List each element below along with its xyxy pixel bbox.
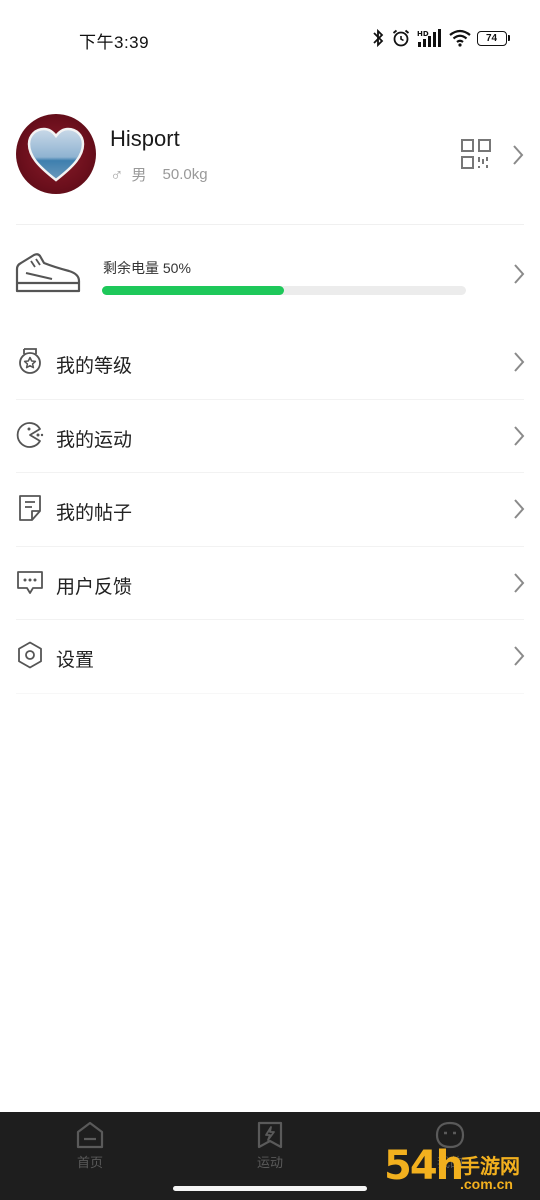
avatar[interactable] xyxy=(16,114,96,194)
feedback-icon xyxy=(17,570,43,594)
nav-item-sport[interactable]: 运动 xyxy=(220,1120,320,1190)
chevron-right-icon xyxy=(514,499,525,519)
lightning-icon xyxy=(257,1121,283,1149)
nav-item-home[interactable]: 首页 xyxy=(40,1120,140,1190)
wifi-icon xyxy=(448,29,471,47)
home-icon xyxy=(76,1121,104,1149)
status-icons: HD 74 xyxy=(371,26,510,50)
menu-item-feedback[interactable]: 用户反馈 xyxy=(0,547,540,620)
battery-level: 74 xyxy=(476,30,507,46)
nav-label-sport: 运动 xyxy=(256,1155,283,1170)
chevron-right-icon xyxy=(514,572,525,593)
settings-icon xyxy=(18,641,42,669)
weight-text: 50.0kg xyxy=(162,166,208,183)
menu-item-level[interactable]: 我的等级 xyxy=(0,326,540,400)
menu-label-posts: 我的帖子 xyxy=(56,503,133,524)
menu-item-posts[interactable]: 我的帖子 xyxy=(0,473,540,547)
status-bar: 下午3:39 HD 74 xyxy=(0,0,540,76)
gender-text: 男 xyxy=(131,167,147,184)
profile-name: Hisport xyxy=(110,126,180,151)
bluetooth-icon xyxy=(372,28,383,48)
profile-meta: ♂ 男 50.0kg xyxy=(110,164,208,185)
battery-progress-fill xyxy=(102,286,284,295)
battery-label: 剩余电量 50% xyxy=(103,260,191,276)
menu-list: 我的等级 我的运动 我的帖子 用户反馈 设置 xyxy=(0,326,540,694)
svg-text:HD: HD xyxy=(417,30,429,38)
qr-code-icon[interactable] xyxy=(460,138,492,170)
menu-label-level: 我的等级 xyxy=(56,356,133,377)
home-indicator[interactable] xyxy=(173,1186,367,1191)
post-icon xyxy=(19,495,41,521)
watermark-domain: .com.cn xyxy=(460,1176,513,1192)
medal-icon xyxy=(19,348,41,374)
watermark-logo: 54h 手游网 .com.cn xyxy=(384,1146,534,1196)
alarm-icon xyxy=(392,29,409,47)
menu-label-feedback: 用户反馈 xyxy=(56,576,133,598)
menu-label-sport: 我的运动 xyxy=(56,429,133,451)
chevron-right-icon[interactable] xyxy=(512,263,526,285)
battery-progress-bar xyxy=(102,286,466,295)
device-row[interactable]: 剩余电量 50% xyxy=(0,235,540,315)
chevron-right-icon xyxy=(514,646,525,666)
chevron-right-icon xyxy=(514,425,525,446)
status-time: 下午3:39 xyxy=(79,33,150,52)
menu-item-sport[interactable]: 我的运动 xyxy=(0,400,540,473)
male-icon: ♂ xyxy=(110,164,124,185)
battery-icon: 74 xyxy=(476,30,510,46)
chevron-right-icon[interactable] xyxy=(511,144,525,166)
heart-photo-icon xyxy=(27,127,85,182)
watermark-number: 54h xyxy=(384,1143,464,1189)
menu-item-settings[interactable]: 设置 xyxy=(0,620,540,694)
shoe-icon xyxy=(15,253,81,293)
watermark-site: 手游网 xyxy=(460,1156,520,1178)
menu-label-settings: 设置 xyxy=(56,650,95,671)
nav-label-home: 首页 xyxy=(76,1155,103,1170)
sport-icon xyxy=(16,421,44,448)
hd-signal-icon: HD xyxy=(417,29,441,47)
chevron-right-icon xyxy=(514,352,525,372)
divider xyxy=(16,224,524,225)
profile-header[interactable]: Hisport ♂ 男 50.0kg xyxy=(0,100,540,215)
